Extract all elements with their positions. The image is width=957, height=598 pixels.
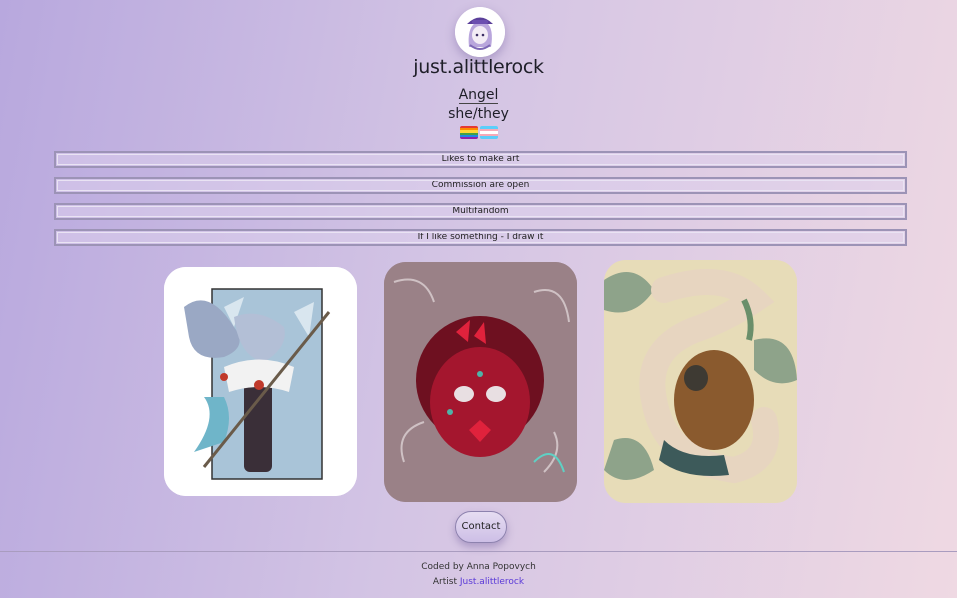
artwork-snake-and-figure-image xyxy=(604,260,797,503)
info-bars: Likes to make art Commission are open Mu… xyxy=(54,151,907,255)
info-bar-commissions: Commission are open xyxy=(54,177,907,194)
transgender-flag-icon xyxy=(480,126,498,139)
gallery-card-3[interactable] xyxy=(604,260,797,503)
info-bar-draw: If I like something - I draw it xyxy=(54,229,907,246)
footer-artist-prefix: Artist xyxy=(432,577,457,587)
pronouns: she/they xyxy=(448,106,509,122)
rainbow-pride-flag-icon xyxy=(460,126,478,139)
flags xyxy=(460,126,498,139)
info-bar-art: Likes to make art xyxy=(54,151,907,168)
display-name: Angel xyxy=(0,87,957,104)
footer-artist: Artist Just.alittlerock xyxy=(0,577,957,587)
footer-credit: Coded by Anna Popovych xyxy=(421,562,536,572)
username: just.alittlerock xyxy=(413,56,544,78)
avatar-illustration xyxy=(455,7,505,57)
avatar xyxy=(455,7,505,57)
gallery-card-2[interactable] xyxy=(384,262,577,502)
artwork-winter-warrior-image xyxy=(164,267,357,496)
display-name-text: Angel xyxy=(458,87,499,104)
contact-button[interactable]: Contact xyxy=(455,511,507,543)
info-bar-multifandom: Multifandom xyxy=(54,203,907,220)
footer-divider xyxy=(0,551,957,552)
gallery-card-1[interactable] xyxy=(164,267,357,496)
artist-link[interactable]: Just.alittlerock xyxy=(460,577,524,587)
artwork-red-butterfly-face-image xyxy=(384,262,577,502)
